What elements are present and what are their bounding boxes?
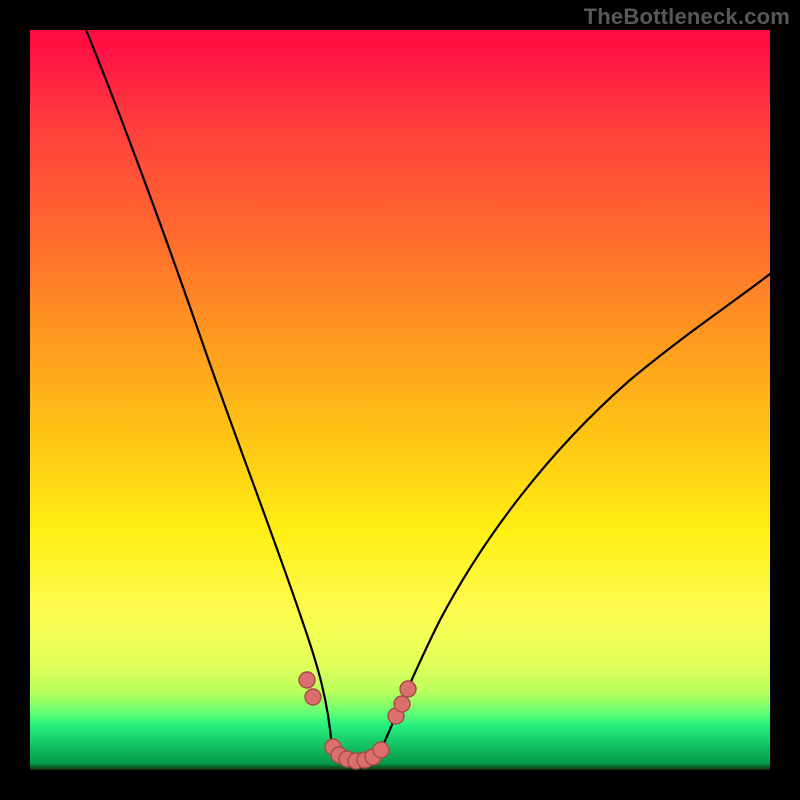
marker-dot <box>373 742 389 758</box>
marker-dot <box>305 689 321 705</box>
marker-dot <box>299 672 315 688</box>
marker-dot <box>394 696 410 712</box>
left-curve <box>82 30 332 748</box>
marker-group <box>299 672 416 769</box>
right-curve <box>380 270 770 752</box>
marker-dot <box>400 681 416 697</box>
chart-container: TheBottleneck.com <box>0 0 800 800</box>
plot-area <box>30 30 770 770</box>
curves-svg <box>30 30 770 770</box>
watermark-text: TheBottleneck.com <box>584 4 790 30</box>
